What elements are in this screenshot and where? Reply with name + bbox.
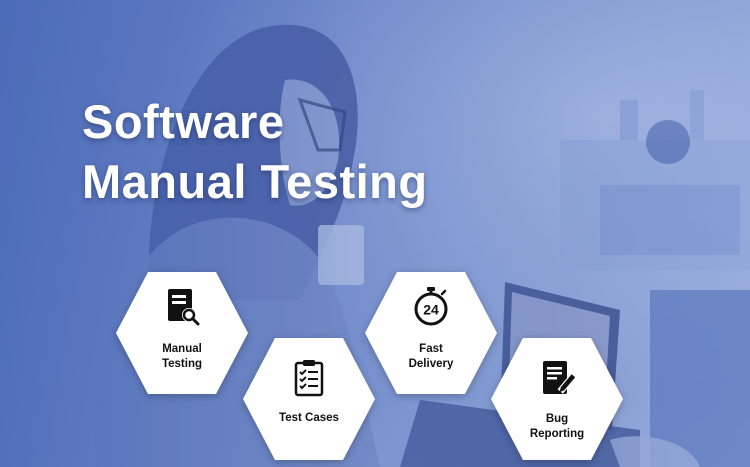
document-pencil-icon [543, 361, 577, 394]
page-title: Software Manual Testing [82, 92, 428, 212]
hexagon-fast-delivery[interactable]: 24 Fast Delivery [363, 270, 499, 396]
hexagon-shape [243, 338, 375, 460]
hexagon-label: Manual Testing [161, 343, 203, 370]
hexagon-label: Bug Reporting [529, 413, 585, 440]
title-line-1: Software [82, 95, 285, 148]
stopwatch-24-icon: 24 [414, 287, 448, 326]
document-search-icon [168, 289, 200, 326]
stopwatch-text: 24 [423, 302, 439, 318]
hexagon-test-cases[interactable]: Test Cases [241, 336, 377, 462]
hexagon-label: Test Cases [279, 412, 339, 424]
hexagon-bug-reporting[interactable]: Bug Reporting [489, 336, 625, 462]
slide: Software Manual Testing Manual Testing T… [0, 0, 750, 467]
title-line-2: Manual Testing [82, 155, 428, 208]
hexagon-shape [491, 338, 623, 460]
clipboard-checklist-icon [294, 360, 324, 397]
hexagon-manual-testing[interactable]: Manual Testing [114, 270, 250, 396]
hexagon-label: Fast Delivery [408, 343, 454, 370]
